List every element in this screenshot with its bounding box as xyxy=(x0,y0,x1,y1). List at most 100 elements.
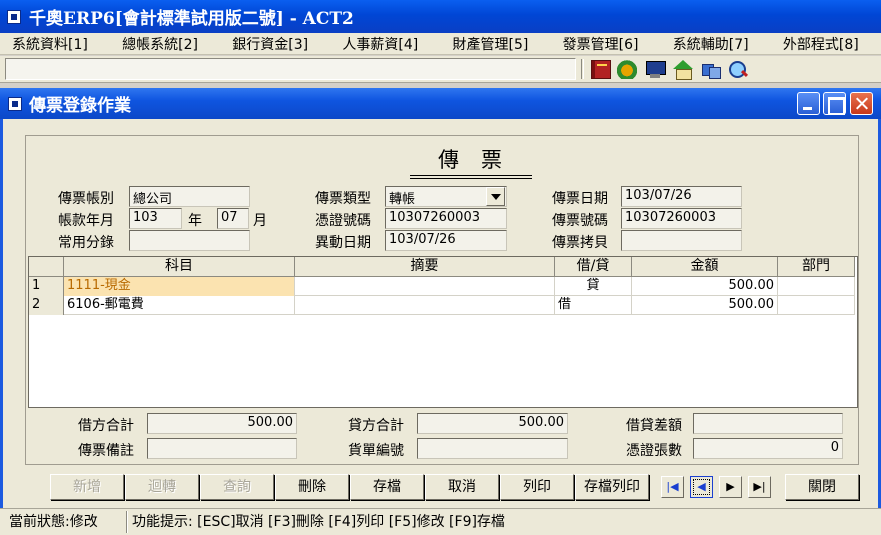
voucher-date-label: 傳票日期 xyxy=(552,191,608,207)
grid-header: 科目 摘要 借/貸 金額 部門 xyxy=(29,257,855,277)
menu-payroll[interactable]: 人事薪資[4] xyxy=(330,34,440,54)
difference-field xyxy=(693,413,843,434)
month-field[interactable]: 07 xyxy=(217,208,249,229)
print-button[interactable]: 列印 xyxy=(500,474,574,500)
credit-total-label: 貸方合計 xyxy=(348,418,404,434)
transfer-button[interactable]: 迴轉 xyxy=(125,474,199,500)
row-number: 2 xyxy=(29,296,64,315)
toolbar xyxy=(0,56,881,83)
account-book-field[interactable]: 總公司 xyxy=(129,186,250,207)
close-window-button[interactable] xyxy=(850,92,873,115)
add-button[interactable]: 新增 xyxy=(50,474,124,500)
grid-header-account[interactable]: 科目 xyxy=(64,257,295,277)
voucher-date-field[interactable]: 103/07/26 xyxy=(621,186,742,207)
window-title-bar[interactable]: 傳票登錄作業 xyxy=(0,88,881,119)
account-cell[interactable]: 1111-現金 xyxy=(64,277,295,296)
change-date-field[interactable]: 103/07/26 xyxy=(385,230,507,251)
difference-label: 借貸差額 xyxy=(626,418,682,434)
maximize-button[interactable] xyxy=(823,92,846,115)
grid-header-amount[interactable]: 金額 xyxy=(632,257,778,277)
menu-invoice[interactable]: 發票管理[6] xyxy=(551,34,661,54)
dc-cell[interactable]: 借 xyxy=(555,296,632,315)
year-field[interactable]: 103 xyxy=(129,208,182,229)
dc-cell[interactable]: 貸 xyxy=(555,277,632,296)
remark-field[interactable] xyxy=(147,438,297,459)
menu-bank-funds[interactable]: 銀行資金[3] xyxy=(220,34,330,54)
query-button[interactable]: 查詢 xyxy=(200,474,274,500)
heading-underline xyxy=(410,178,532,179)
menu-assets[interactable]: 財產管理[5] xyxy=(441,34,551,54)
grid-header-summary[interactable]: 摘要 xyxy=(295,257,555,277)
status-divider xyxy=(126,511,128,533)
amount-cell[interactable]: 500.00 xyxy=(632,277,778,296)
grid-header-dc[interactable]: 借/貸 xyxy=(555,257,632,277)
dept-cell[interactable] xyxy=(778,277,855,296)
book-icon[interactable] xyxy=(591,60,611,79)
amount-cell[interactable]: 500.00 xyxy=(632,296,778,315)
app-icon[interactable] xyxy=(7,9,21,24)
table-row[interactable]: 2 6106-郵電費 借 500.00 xyxy=(29,296,855,315)
last-record-icon[interactable]: ▶| xyxy=(748,476,771,498)
month-unit-label: 月 xyxy=(253,213,267,229)
current-state: 當前狀態:修改 xyxy=(9,514,98,530)
voucher-number-label: 傳票號碼 xyxy=(552,213,608,229)
app-title-bar[interactable]: 千奧ERP6[會計標準試用版二號] - ACT2 xyxy=(0,0,881,33)
cert-count-label: 憑證張數 xyxy=(626,443,682,459)
entry-grid[interactable]: 科目 摘要 借/貸 金額 部門 1 1111-現金 貸 500.00 2 610… xyxy=(28,256,858,408)
voucher-type-label: 傳票類型 xyxy=(315,191,371,207)
menu-external[interactable]: 外部程式[8] xyxy=(771,34,881,54)
cubes-icon[interactable] xyxy=(700,60,721,79)
voucher-copy-label: 傳票拷貝 xyxy=(552,235,608,251)
save-button[interactable]: 存檔 xyxy=(350,474,424,500)
menu-bar: 系統資料[1] 總帳系統[2] 銀行資金[3] 人事薪資[4] 財產管理[5] … xyxy=(0,33,881,55)
window-icon[interactable] xyxy=(8,96,22,111)
bill-no-label: 貨單編號 xyxy=(348,443,404,459)
previous-record-icon[interactable]: ◀ xyxy=(690,476,713,498)
summary-cell[interactable] xyxy=(295,277,555,296)
common-entry-label: 常用分錄 xyxy=(58,235,114,251)
certificate-no-label: 憑證號碼 xyxy=(315,213,371,229)
window-title: 傳票登錄作業 xyxy=(29,96,131,116)
house-icon[interactable] xyxy=(673,60,693,80)
common-entry-field[interactable] xyxy=(129,230,250,251)
chevron-down-icon[interactable] xyxy=(486,187,505,206)
function-hint: 功能提示: [ESC]取消 [F3]刪除 [F4]列印 [F5]修改 [F9]存… xyxy=(132,514,505,530)
grid-header-rownum xyxy=(29,257,64,277)
status-bar: 當前狀態:修改 功能提示: [ESC]取消 [F3]刪除 [F4]列印 [F5]… xyxy=(0,508,881,535)
cert-count-field[interactable]: 0 xyxy=(693,438,843,459)
next-record-icon[interactable]: ▶ xyxy=(719,476,742,498)
cancel-button[interactable]: 取消 xyxy=(425,474,499,500)
monitor-icon[interactable] xyxy=(645,60,666,79)
delete-button[interactable]: 刪除 xyxy=(275,474,349,500)
toolbar-separator xyxy=(581,59,584,79)
account-cell[interactable]: 6106-郵電費 xyxy=(64,296,295,315)
voucher-number-field[interactable]: 10307260003 xyxy=(621,208,742,229)
change-date-label: 異動日期 xyxy=(315,235,371,251)
menu-system-aux[interactable]: 系統輔助[7] xyxy=(661,34,771,54)
voucher-heading: 傳票 xyxy=(438,148,524,172)
credit-total-field: 500.00 xyxy=(417,413,568,434)
minimize-button[interactable] xyxy=(797,92,820,115)
save-print-button[interactable]: 存檔列印 xyxy=(575,474,649,500)
certificate-no-field[interactable]: 10307260003 xyxy=(385,208,507,229)
account-book-label: 傳票帳別 xyxy=(58,191,114,207)
first-record-icon[interactable]: |◀ xyxy=(661,476,684,498)
bill-no-field[interactable] xyxy=(417,438,568,459)
toolbar-input[interactable] xyxy=(5,58,576,80)
remark-label: 傳票備註 xyxy=(78,443,134,459)
table-row[interactable]: 1 1111-現金 貸 500.00 xyxy=(29,277,855,296)
dept-cell[interactable] xyxy=(778,296,855,315)
magnifier-icon[interactable] xyxy=(728,60,748,79)
grid-header-dept[interactable]: 部門 xyxy=(778,257,855,277)
debit-total-label: 借方合計 xyxy=(78,418,134,434)
close-button[interactable]: 關閉 xyxy=(785,474,859,500)
voucher-copy-field[interactable] xyxy=(621,230,742,251)
menu-general-ledger[interactable]: 總帳系統[2] xyxy=(110,34,220,54)
app-title: 千奧ERP6[會計標準試用版二號] - ACT2 xyxy=(29,9,354,29)
recycle-icon[interactable] xyxy=(617,60,637,79)
year-unit-label: 年 xyxy=(188,213,202,229)
summary-cell[interactable] xyxy=(295,296,555,315)
ym-label: 帳款年月 xyxy=(58,213,114,229)
menu-system-data[interactable]: 系統資料[1] xyxy=(0,34,110,54)
row-number: 1 xyxy=(29,277,64,296)
